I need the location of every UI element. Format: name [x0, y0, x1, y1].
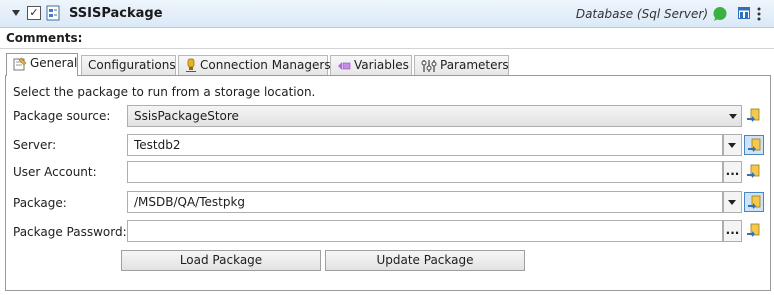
tab-general-label: General — [30, 56, 78, 70]
tab-connection-managers[interactable]: Connection Managers — [178, 55, 331, 75]
variable-binding-icon — [747, 164, 760, 178]
package-password-label: Package Password: — [13, 225, 127, 239]
divider — [0, 48, 774, 49]
package-variable-button[interactable] — [744, 192, 764, 212]
server-input[interactable]: Testdb2 — [127, 134, 723, 156]
variable-binding-icon — [748, 138, 761, 152]
tab-variables[interactable]: Variables — [330, 55, 412, 75]
package-source-variable-button[interactable] — [744, 106, 764, 126]
package-value: /MSDB/QA/Testpkg — [134, 195, 246, 209]
tab-variables-label: Variables — [354, 58, 409, 72]
update-package-button[interactable]: Update Package — [325, 250, 525, 271]
chevron-down-icon — [728, 143, 736, 148]
server-variable-button[interactable] — [744, 135, 764, 155]
task-title: SSISPackage — [69, 6, 163, 21]
tab-configurations[interactable]: Configurations — [81, 55, 176, 75]
instruction-text: Select the package to run from a storage… — [13, 85, 316, 99]
chevron-down-icon — [728, 200, 736, 205]
package-dropdown-button[interactable] — [723, 191, 742, 213]
variable-binding-icon — [747, 108, 760, 122]
general-settings-icon — [13, 57, 27, 70]
tab-parameters[interactable]: Parameters — [414, 55, 509, 75]
package-source-value: SsisPackageStore — [134, 109, 239, 123]
package-label: Package: — [13, 196, 67, 210]
comments-label: Comments: — [6, 31, 83, 45]
package-password-browse-button[interactable]: ... — [723, 220, 742, 242]
enabled-checkbox[interactable]: ✓ — [27, 6, 41, 20]
server-value: Testdb2 — [134, 138, 181, 152]
variables-icon — [338, 61, 351, 70]
package-password-input[interactable] — [127, 220, 723, 242]
user-account-variable-button[interactable] — [744, 162, 764, 182]
load-package-button[interactable]: Load Package — [121, 250, 321, 271]
package-source-label: Package source: — [13, 109, 111, 123]
more-options-icon[interactable] — [757, 6, 761, 22]
connection-managers-icon — [186, 58, 196, 72]
tab-connection-managers-label: Connection Managers — [200, 58, 331, 72]
server-dropdown-button[interactable] — [723, 134, 742, 156]
user-account-input[interactable] — [127, 161, 723, 183]
tab-general[interactable]: General — [6, 53, 78, 76]
server-label: Server: — [13, 138, 57, 152]
task-type-label: Database (Sql Server) — [575, 7, 708, 21]
user-account-label: User Account: — [13, 165, 97, 179]
layout-icon[interactable] — [738, 7, 750, 19]
user-account-browse-button[interactable]: ... — [723, 161, 742, 183]
tab-configurations-label: Configurations — [88, 58, 176, 72]
ssis-package-icon — [46, 5, 60, 21]
package-password-variable-button[interactable] — [744, 221, 764, 241]
chevron-down-icon — [729, 114, 737, 119]
parameters-icon — [421, 59, 437, 72]
package-input[interactable]: /MSDB/QA/Testpkg — [127, 191, 723, 213]
package-source-dropdown[interactable]: SsisPackageStore — [127, 105, 742, 127]
variable-binding-icon — [748, 195, 761, 209]
task-header: ✓ SSISPackage Database (Sql Server) — [0, 0, 774, 28]
tab-parameters-label: Parameters — [440, 58, 509, 72]
variable-binding-icon — [747, 223, 760, 237]
chat-bubble-icon[interactable] — [712, 6, 728, 22]
collapse-triangle-icon[interactable] — [12, 10, 20, 16]
